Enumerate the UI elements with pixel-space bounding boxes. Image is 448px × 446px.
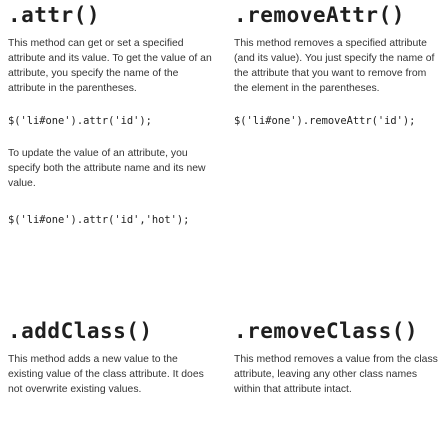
removeattr-example: $('li#one').removeAttr('id'); bbox=[234, 115, 416, 127]
addclass-heading: .addClass() bbox=[8, 319, 153, 343]
addclass-section: .addClass() This method adds a new value… bbox=[8, 318, 213, 397]
attr-update-note: To update the value of an attribute, you… bbox=[8, 148, 206, 189]
attr-section: .attr() This method can get or set a spe… bbox=[8, 2, 213, 227]
removeclass-section: .removeClass() This method removes a val… bbox=[234, 318, 439, 397]
attr-description: This method can get or set a specified a… bbox=[8, 38, 212, 94]
addclass-description: This method adds a new value to the exis… bbox=[8, 354, 204, 395]
attr-get-example: $('li#one').attr('id'); bbox=[8, 115, 152, 127]
attr-heading: .attr() bbox=[8, 3, 101, 27]
removeattr-description: This method removes a specified attribut… bbox=[234, 38, 435, 94]
removeattr-heading: .removeAttr() bbox=[234, 3, 405, 27]
removeattr-section: .removeAttr() This method removes a spec… bbox=[234, 2, 439, 128]
attr-set-example: $('li#one').attr('id','hot'); bbox=[8, 214, 190, 226]
removeclass-heading: .removeClass() bbox=[234, 319, 419, 343]
removeclass-description: This method removes a value from the cla… bbox=[234, 354, 438, 395]
